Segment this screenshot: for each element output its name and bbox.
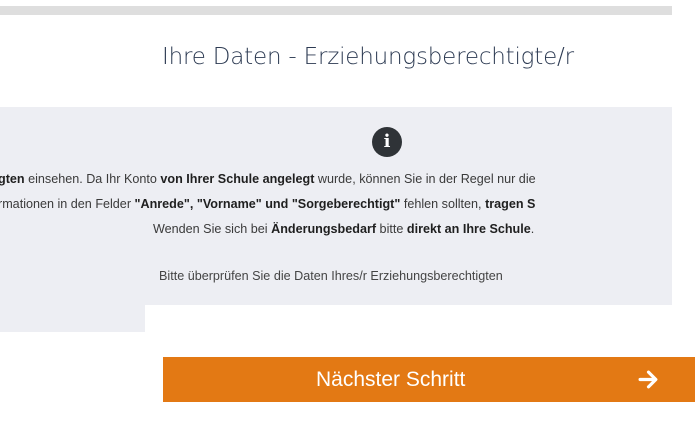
info-icon: i — [372, 127, 402, 157]
info-text: . — [530, 222, 535, 236]
info-text-bold: Änderungsbedarf — [271, 222, 377, 236]
info-text: rmationen in den Felder — [0, 197, 135, 211]
info-text-bold: tragen S — [485, 197, 536, 211]
info-text-bold: gten — [0, 172, 25, 186]
info-text-bold: direkt an Ihre Schule — [406, 222, 531, 236]
info-text: einsehen. Da Ihr Konto — [24, 172, 161, 186]
section-title: Ihre Daten - Erziehungsberechtigte/r — [162, 44, 574, 70]
next-step-button[interactable]: Nächster Schritt — [163, 357, 695, 402]
info-text-bold: "Anrede", "Vorname" und "Sorgeberechtigt… — [134, 197, 401, 211]
info-box: i gten einsehen. Da Ihr Konto von Ihrer … — [0, 107, 672, 332]
info-text-line-1: gten einsehen. Da Ihr Konto von Ihrer Sc… — [0, 171, 536, 187]
info-text-line-3: Wenden Sie sich bei Änderungsbedarf bitt… — [153, 221, 534, 237]
info-text: Wenden Sie sich bei — [153, 222, 272, 236]
content-overlay — [145, 305, 695, 345]
info-text: wurde, können Sie in der Regel nur die — [314, 172, 536, 186]
info-text-bold: von Ihrer Schule angelegt — [160, 172, 315, 186]
next-step-label: Nächster Schritt — [316, 368, 466, 391]
top-divider-bar — [0, 6, 672, 15]
arrow-right-icon — [638, 370, 658, 389]
page: Ihre Daten - Erziehungsberechtigte/r i g… — [0, 0, 695, 433]
info-text-line-2: rmationen in den Felder "Anrede", "Vorna… — [0, 196, 535, 212]
info-text-line-4: Bitte überprüfen Sie die Daten Ihres/r E… — [159, 269, 503, 283]
info-text: bitte — [376, 222, 407, 236]
info-text: fehlen sollten, — [400, 197, 486, 211]
